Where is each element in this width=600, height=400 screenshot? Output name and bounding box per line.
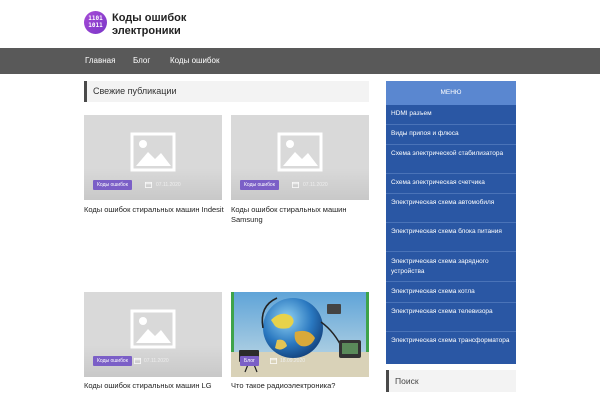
post-thumbnail[interactable]: Коды ошибок 07.11.2020 (231, 115, 369, 200)
menu-item-car[interactable]: Электрическая схема автомобиля (391, 198, 513, 208)
calendar-icon (134, 357, 141, 364)
menu-divider (386, 302, 516, 303)
menu-title: МЕНЮ (386, 81, 516, 105)
nav-item-error-codes[interactable]: Коды ошибок (170, 48, 219, 74)
category-badge[interactable]: Блог (240, 356, 259, 366)
menu-item-tv[interactable]: Электрическая схема телевизора (391, 307, 513, 317)
menu-divider (386, 281, 516, 282)
menu-item-power-supply[interactable]: Электрическая схема блока питания (391, 227, 513, 237)
menu-divider (386, 193, 516, 194)
placeholder-image-icon (277, 132, 323, 172)
post-date: 18.09.2020 (280, 358, 306, 364)
nav-item-blog[interactable]: Блог (133, 48, 150, 74)
menu-item-solder[interactable]: Виды припоя и флюса (391, 129, 513, 139)
menu-item-hdmi[interactable]: HDMI разъем (391, 109, 513, 119)
section-title: Свежие публикации (93, 86, 177, 96)
post-thumbnail[interactable]: Коды ошибок 07.11.2020 (84, 292, 222, 377)
post-title[interactable]: Что такое радиоэлектроника? (231, 381, 371, 391)
post-title[interactable]: Коды ошибок стиральных машин Indesit (84, 205, 224, 215)
calendar-icon (270, 357, 277, 364)
search-title: Поиск (395, 376, 419, 386)
post-date: 07.11.2020 (303, 182, 328, 188)
category-badge[interactable]: Коды ошибок (93, 180, 132, 190)
menu-item-boiler[interactable]: Электрическая схема котла (391, 287, 513, 297)
category-badge[interactable]: Коды ошибок (240, 180, 279, 190)
menu-divider (386, 222, 516, 223)
menu-divider (386, 251, 516, 252)
placeholder-image-icon (130, 132, 176, 172)
menu-divider (386, 124, 516, 125)
menu-divider (386, 173, 516, 174)
calendar-icon (145, 181, 152, 188)
logo-binary-text: 1101 1011 (88, 15, 103, 29)
post-thumbnail[interactable]: Блог 18.09.2020 (231, 292, 369, 377)
nav-item-home[interactable]: Главная (85, 48, 115, 74)
menu-item-charger[interactable]: Электрическая схема зарядного устройства (391, 257, 513, 277)
post-date: 07.11.2020 (144, 358, 169, 364)
menu-item-stabilizer[interactable]: Схема электрической стабилизатора (391, 149, 513, 159)
category-badge[interactable]: Коды ошибок (93, 356, 132, 366)
menu-item-transformer[interactable]: Электрическая схема трансформатора (391, 336, 513, 346)
post-title[interactable]: Коды ошибок стиральных машин LG (84, 381, 224, 391)
placeholder-image-icon (130, 309, 176, 349)
menu-divider (386, 331, 516, 332)
post-title[interactable]: Коды ошибок стиральных машин Samsung (231, 205, 371, 225)
menu-item-meter[interactable]: Схема электрическая счетчика (391, 178, 513, 188)
calendar-icon (292, 181, 299, 188)
post-date: 07.11.2020 (156, 182, 181, 188)
site-logo[interactable]: 1101 1011 (84, 11, 107, 34)
site-title[interactable]: Коды ошибок электроники (112, 12, 232, 38)
menu-divider (386, 144, 516, 145)
post-thumbnail[interactable]: Коды ошибок 07.11.2020 (84, 115, 222, 200)
